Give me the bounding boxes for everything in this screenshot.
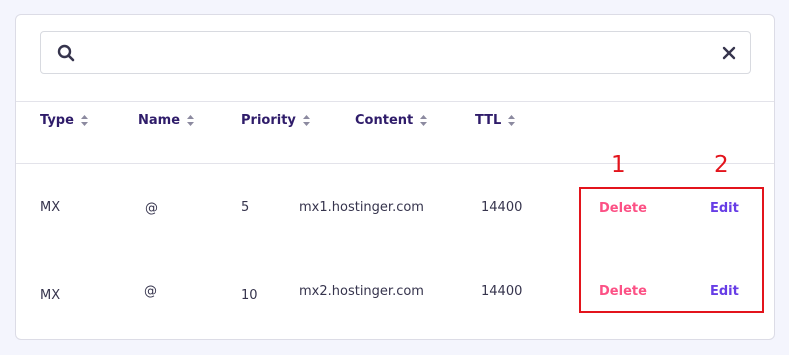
column-header-type[interactable]: Type	[40, 113, 88, 128]
annotation-highlight-box	[579, 187, 764, 313]
column-header-content[interactable]: Content	[355, 113, 428, 128]
record-name: @	[145, 201, 158, 216]
search-icon	[57, 44, 75, 62]
column-header-label: Name	[138, 113, 181, 128]
record-type: MX	[40, 288, 61, 303]
sort-icon	[420, 115, 428, 126]
column-header-label: Priority	[241, 113, 296, 128]
column-header-label: TTL	[475, 113, 502, 128]
annotation-marker-1: 1	[611, 152, 626, 178]
sort-icon	[302, 115, 310, 126]
column-header-name[interactable]: Name	[138, 113, 195, 128]
record-content: mx2.hostinger.com	[299, 284, 424, 299]
record-content: mx1.hostinger.com	[299, 200, 424, 215]
search-input[interactable]	[87, 40, 687, 66]
search-field[interactable]	[40, 31, 751, 74]
record-name: @	[144, 284, 157, 299]
sort-icon	[187, 115, 195, 126]
record-ttl: 14400	[481, 200, 523, 215]
sort-icon	[508, 115, 516, 126]
header-bottom-divider	[16, 163, 774, 164]
close-icon[interactable]	[722, 46, 736, 60]
column-header-ttl[interactable]: TTL	[475, 113, 516, 128]
sort-icon	[80, 115, 88, 126]
record-priority: 10	[241, 288, 258, 303]
column-header-label: Type	[40, 113, 74, 128]
header-top-divider	[16, 101, 774, 102]
record-priority: 5	[241, 200, 250, 215]
column-header-label: Content	[355, 113, 414, 128]
annotation-marker-2: 2	[714, 152, 729, 178]
column-header-priority[interactable]: Priority	[241, 113, 310, 128]
record-ttl: 14400	[481, 284, 523, 299]
record-type: MX	[40, 200, 61, 215]
